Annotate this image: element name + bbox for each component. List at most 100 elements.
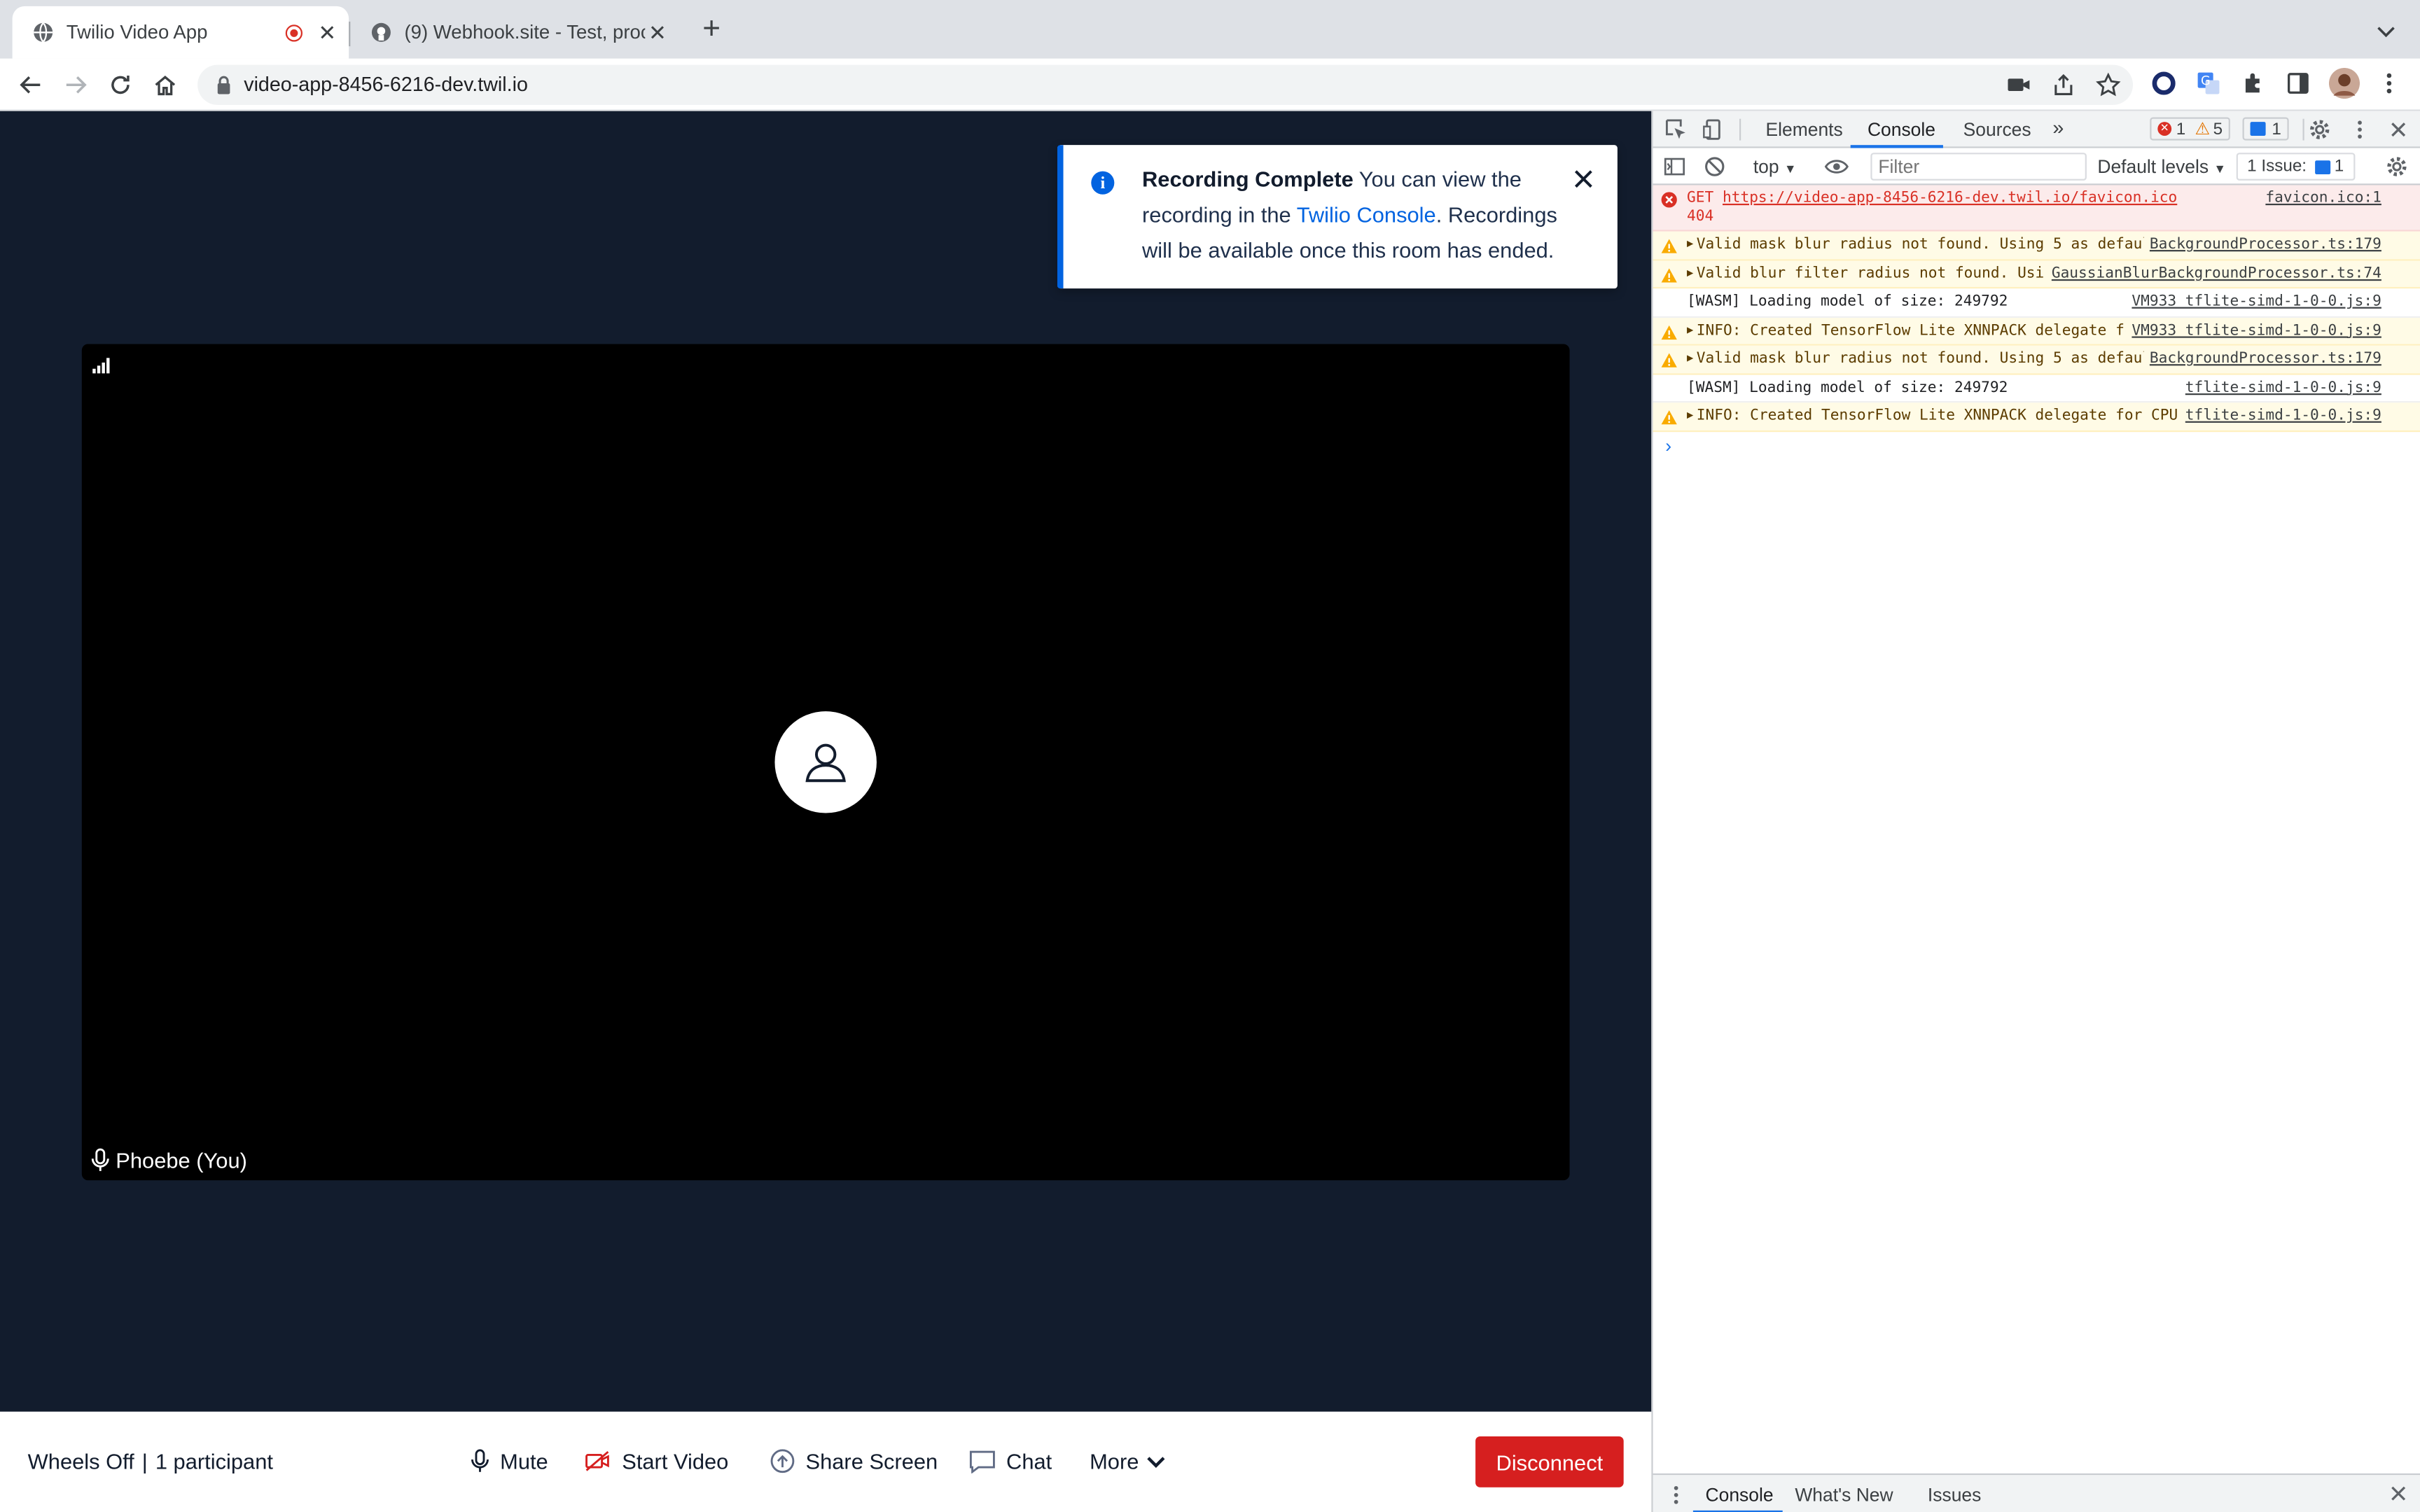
user-icon: [805, 743, 846, 783]
forward-icon[interactable]: [60, 69, 91, 100]
chat-button[interactable]: Chat: [969, 1446, 1052, 1476]
console-message[interactable]: ▶ INFO: Created TensorFlow Lite XNNPACK d…: [1653, 402, 2420, 432]
back-icon[interactable]: [15, 69, 46, 100]
console-prompt[interactable]: ›: [1653, 431, 2420, 462]
share-icon[interactable]: [2051, 73, 2075, 97]
participant-video-tile: Phoebe (You): [81, 344, 1570, 1181]
close-devtools-icon[interactable]: [2388, 119, 2409, 141]
clear-console-icon[interactable]: [1704, 156, 1725, 178]
kebab-icon[interactable]: [2349, 119, 2371, 141]
star-icon[interactable]: [2096, 72, 2121, 97]
console-settings-icon[interactable]: [2386, 156, 2408, 178]
message-source-link[interactable]: tflite-simd-1-0-0.js:9: [2179, 379, 2381, 396]
profile-avatar[interactable]: [2328, 67, 2360, 99]
console-filter-input[interactable]: [1870, 153, 2087, 181]
expand-triangle-icon[interactable]: ▶: [1687, 407, 1693, 425]
lock-icon[interactable]: [213, 74, 235, 96]
message-link[interactable]: https://video-app-8456-6216-dev.twil.io/…: [1723, 190, 2177, 206]
info-icon: i: [1091, 171, 1115, 195]
warning-icon: [1661, 353, 1677, 368]
eye-icon[interactable]: [1824, 156, 1849, 178]
room-info: Wheels Off | 1 participant: [27, 1448, 273, 1474]
message-source-link[interactable]: VM933 tflite-simd-1-0-0.js:9: [2126, 293, 2381, 311]
console-message[interactable]: ▶ Valid mask blur radius not found. Using…: [1653, 345, 2420, 374]
log-levels-dropdown[interactable]: Default levels ▼: [2097, 156, 2226, 178]
console-message[interactable]: ▶ Valid blur filter radius not found. Usi…: [1653, 260, 2420, 289]
console-message[interactable]: ▶ Valid mask blur radius not found. Using…: [1653, 231, 2420, 260]
device-toolbar-icon[interactable]: [1702, 119, 1724, 141]
notification-message: Recording Complete You can view the reco…: [1142, 162, 1590, 268]
error-icon: ✕: [2157, 122, 2172, 136]
more-button[interactable]: More: [1090, 1446, 1176, 1476]
drawer-tab-console[interactable]: Console: [1706, 1484, 1774, 1506]
signal-icon: [92, 358, 110, 374]
expand-triangle-icon[interactable]: ▶: [1687, 236, 1693, 253]
globe-icon: [34, 22, 53, 43]
context-selector[interactable]: top ▼: [1753, 156, 1797, 178]
inspect-icon[interactable]: [1665, 119, 1687, 141]
chat-label: Chat: [1006, 1448, 1052, 1474]
more-label: More: [1090, 1448, 1139, 1474]
translate-icon[interactable]: G: [2196, 71, 2220, 95]
camera-icon[interactable]: [2006, 73, 2031, 97]
recording-icon: [285, 24, 302, 41]
chevron-down-icon[interactable]: [2374, 18, 2398, 43]
expand-triangle-icon[interactable]: ▶: [1687, 350, 1693, 368]
devtools-tab-bar: Elements Console Sources » ✕ 1 ⚠ 5 1: [1653, 111, 2420, 148]
svg-text:G: G: [2201, 74, 2211, 88]
close-tab-icon[interactable]: ✕: [315, 20, 340, 46]
mute-button[interactable]: Mute: [471, 1446, 548, 1476]
participant-name: Phoebe (You): [116, 1147, 247, 1173]
sidebar-toggle-icon[interactable]: [1664, 156, 1685, 178]
message-source-link[interactable]: VM933 tflite-simd-1-0-0.js:9: [2125, 321, 2381, 340]
console-message[interactable]: ▶ INFO: Created TensorFlow Lite XNNPACK d…: [1653, 316, 2420, 346]
tab-twilio-video-app[interactable]: Twilio Video App ✕: [12, 6, 349, 59]
notification-title: Recording Complete: [1142, 167, 1354, 192]
expand-triangle-icon[interactable]: ▶: [1687, 322, 1693, 340]
gear-icon[interactable]: [2309, 119, 2330, 141]
tab-console[interactable]: Console: [1868, 119, 1935, 141]
kebab-icon[interactable]: [1669, 1484, 1684, 1506]
message-source-link[interactable]: favicon.ico:1: [2259, 190, 2381, 208]
message-icon: [2250, 122, 2266, 136]
close-drawer-icon[interactable]: [2389, 1484, 2407, 1502]
message-source-link[interactable]: BackgroundProcessor.ts:179: [2143, 236, 2381, 254]
info-counter[interactable]: 1: [2242, 117, 2289, 141]
twilio-console-link[interactable]: Twilio Console: [1297, 202, 1436, 227]
drawer-tab-whats-new[interactable]: What's New: [1795, 1484, 1893, 1506]
extension-icon[interactable]: [2241, 71, 2265, 95]
tab-sources[interactable]: Sources: [1963, 119, 2031, 141]
error-icon: [1661, 192, 1677, 208]
drawer-tab-issues[interactable]: Issues: [1928, 1484, 1981, 1506]
separator: [1739, 118, 1741, 141]
more-tabs-icon[interactable]: »: [2052, 115, 2064, 139]
close-icon[interactable]: [1573, 168, 1594, 190]
share-screen-button[interactable]: Share Screen: [770, 1446, 938, 1476]
warning-icon: [1661, 410, 1677, 425]
address-bar[interactable]: video-app-8456-6216-dev.twil.io: [197, 64, 2134, 105]
message-source-link[interactable]: GaussianBlurBackgroundProcessor.ts:74: [2045, 264, 2381, 283]
share-screen-label: Share Screen: [805, 1448, 938, 1474]
issues-label: 1 Issue:: [2247, 157, 2307, 176]
kebab-icon[interactable]: [2377, 71, 2401, 95]
plus-icon[interactable]: +: [696, 14, 727, 46]
message-source-link[interactable]: BackgroundProcessor.ts:179: [2143, 350, 2381, 368]
close-tab-icon[interactable]: ✕: [645, 20, 669, 46]
sidepanel-icon[interactable]: [2286, 71, 2310, 95]
error-warning-counter[interactable]: ✕ 1 ⚠ 5: [2150, 117, 2231, 141]
expand-triangle-icon[interactable]: ▶: [1687, 265, 1693, 282]
message-text: INFO: Created TensorFlow Lite XNNPACK de…: [1696, 407, 2187, 425]
recording-complete-notification: i Recording Complete You can view the re…: [1057, 145, 1618, 289]
issues-button[interactable]: 1 Issue: 1: [2236, 153, 2355, 181]
home-icon[interactable]: [150, 69, 181, 100]
start-video-button[interactable]: Start Video: [585, 1446, 728, 1476]
mic-icon: [471, 1449, 489, 1472]
message-text: INFO: Created TensorFlow Lite XNNPACK de…: [1696, 321, 2187, 339]
extension-ring-icon[interactable]: [2151, 71, 2176, 95]
disconnect-button[interactable]: Disconnect: [1475, 1436, 1624, 1488]
message-icon: [2314, 160, 2330, 174]
tab-webhook-site[interactable]: (9) Webhook.site - Test, process ✕: [350, 6, 679, 59]
reload-icon[interactable]: [105, 69, 136, 100]
message-source-link[interactable]: tflite-simd-1-0-0.js:9: [2178, 407, 2381, 426]
tab-elements[interactable]: Elements: [1765, 119, 1842, 141]
